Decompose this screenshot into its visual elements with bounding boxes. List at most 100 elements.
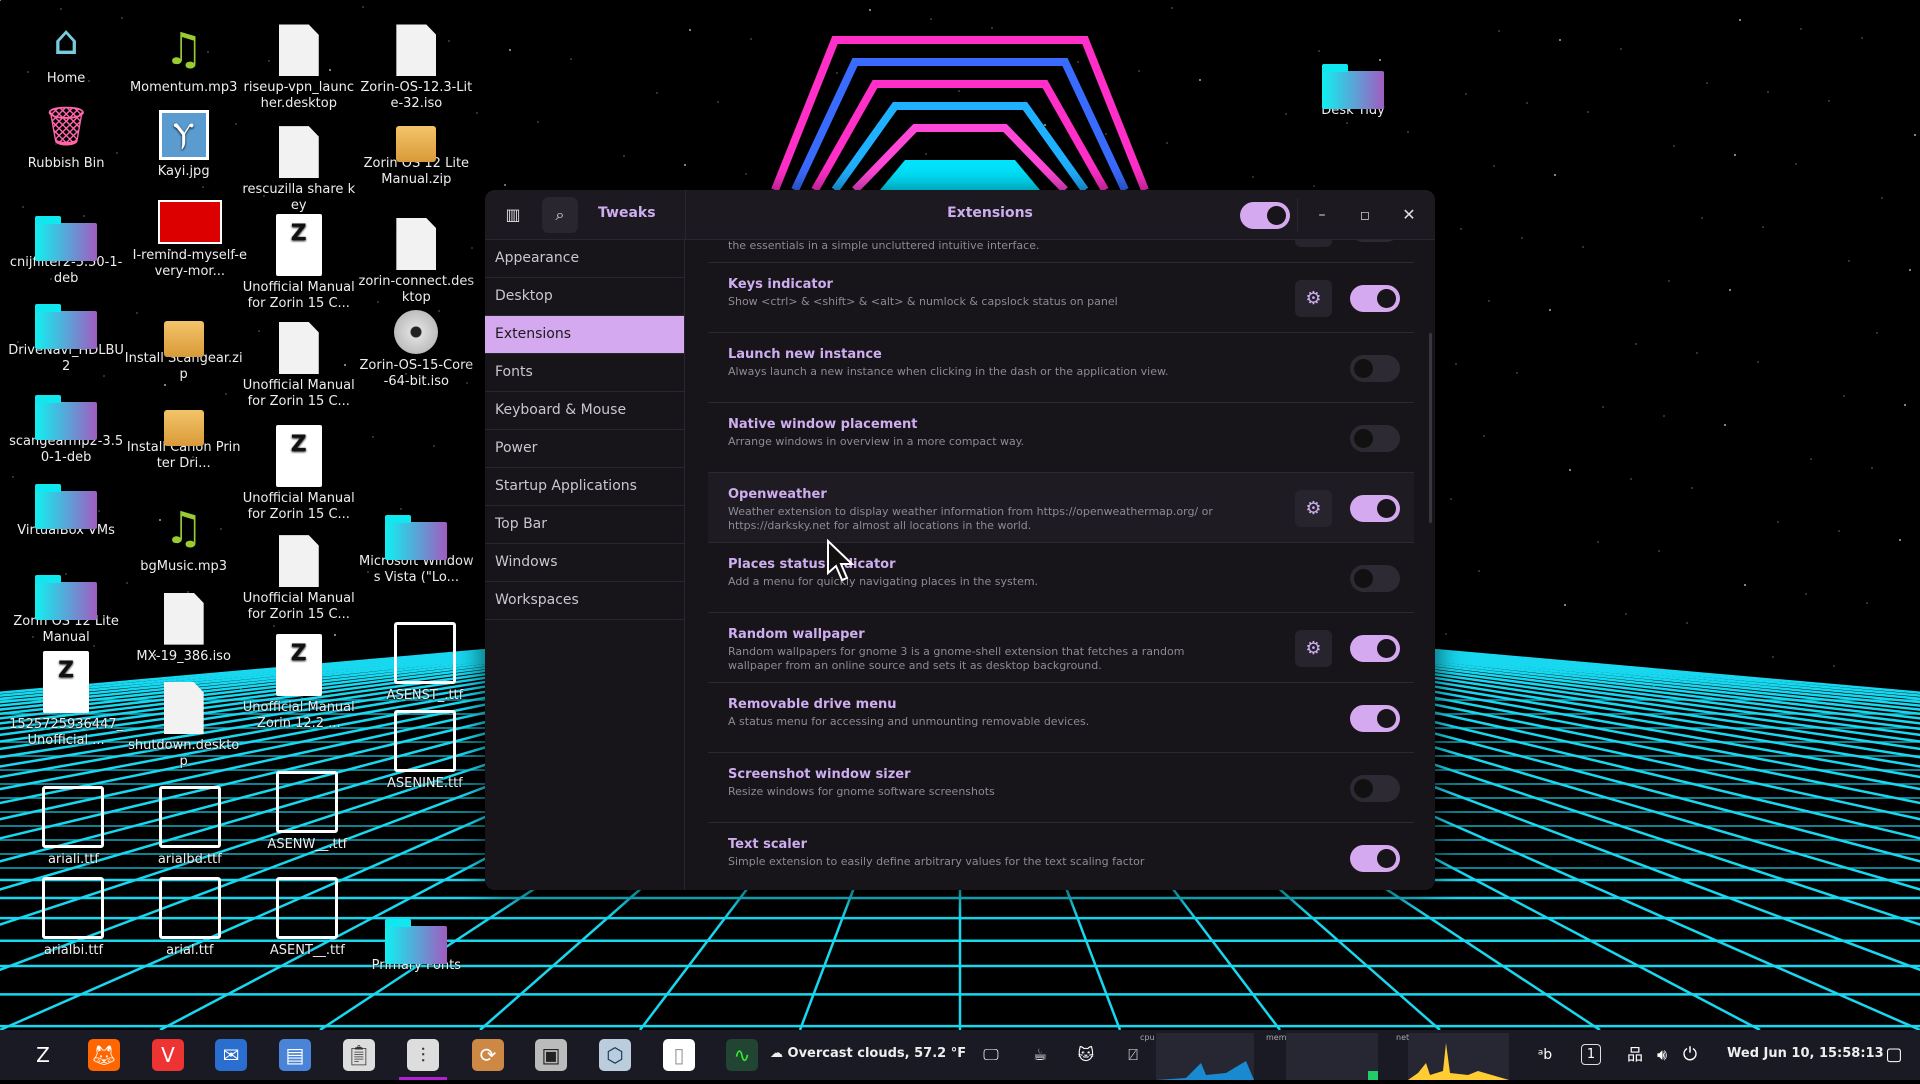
star xyxy=(202,186,204,188)
extension-toggle[interactable] xyxy=(1350,635,1400,662)
power-icon[interactable]: ⏻ xyxy=(1674,1039,1706,1071)
desktop-icon[interactable]: 🗑︎ Rubbish Bin xyxy=(7,100,125,172)
display-icon[interactable]: 🖵︎ xyxy=(975,1039,1007,1071)
desktop-icon[interactable]: riseup-vpn_launcher.desktop xyxy=(240,24,358,112)
extension-toggle[interactable] xyxy=(1350,355,1400,382)
desktop-icon[interactable]: ASENST_.ttf xyxy=(366,622,484,704)
document-icon[interactable]: ▯ xyxy=(663,1039,695,1071)
workspace-indicator[interactable]: 1 xyxy=(1575,1039,1607,1071)
close-button[interactable]: ✕ xyxy=(1391,197,1427,233)
extension-toggle[interactable] xyxy=(1350,565,1400,592)
desktop-icon[interactable]: ♫ Momentum.mp3 xyxy=(125,24,243,96)
system-restore-icon[interactable]: ⟳ xyxy=(472,1039,504,1071)
desktop-icon[interactable]: Zorin OS 12 Lite Manual xyxy=(7,572,125,646)
sidebar-item-power[interactable]: Power xyxy=(485,430,684,468)
desktop-icon[interactable]: arialbd.ttf xyxy=(131,786,249,868)
desktop-icon[interactable]: rescuzilla share key xyxy=(240,126,358,214)
star xyxy=(1587,111,1589,113)
desktop-icon[interactable]: zorin-connect.desktop xyxy=(357,217,475,306)
desktop-icon[interactable]: Unofficial Manual for Zorin 15 C... xyxy=(240,535,358,623)
desktop-icon[interactable]: DriveNavi_HDLBU2 xyxy=(7,301,125,375)
clipboard-icon[interactable]: 📋︎ xyxy=(343,1039,375,1071)
desktop-icon[interactable]: Zorin OS 12 Lite Manual.zip xyxy=(357,116,475,188)
desktop-icon[interactable]: Unofficial Manual for Zorin 15 C... xyxy=(240,322,358,410)
coffee-icon[interactable]: ☕︎ xyxy=(1024,1039,1056,1071)
search-button[interactable]: ⌕ xyxy=(542,197,578,233)
desktop-icon[interactable]: cnijfilter2-5.50-1-deb xyxy=(7,213,125,287)
sidebar-toggle-icon[interactable]: ▥ xyxy=(495,197,531,233)
desktop-icon[interactable]: Z 1525725936447_Unofficial ... xyxy=(7,651,125,749)
desktop-icon[interactable]: ASENT__.ttf xyxy=(248,876,366,959)
desktop-icon[interactable]: VirtualBox VMs xyxy=(7,481,125,539)
file-cabinet-icon[interactable]: ▤ xyxy=(279,1039,311,1071)
sidebar-item-appearance[interactable]: Appearance xyxy=(485,240,684,278)
cat-icon[interactable]: 🐱︎ xyxy=(1070,1039,1102,1071)
maximize-button[interactable]: ◻ xyxy=(1347,197,1383,233)
sidebar-item-keyboard-mouse[interactable]: Keyboard & Mouse xyxy=(485,392,684,430)
extension-toggle[interactable] xyxy=(1350,845,1400,872)
sidebar-item-fonts[interactable]: Fonts xyxy=(485,354,684,392)
desktop-icon[interactable]: I-remind-myself-every-mor... xyxy=(131,199,249,280)
desktop-icon[interactable]: Z Unofficial Manual Zorin 12.2 ... xyxy=(240,634,358,732)
zorin-menu-icon[interactable]: Z xyxy=(27,1039,59,1071)
desktop-icon[interactable]: scangearmp2-3.50-1-deb xyxy=(7,392,125,466)
firefox-icon[interactable]: 🦊︎ xyxy=(88,1039,120,1071)
desktop-icon[interactable]: ariali.ttf xyxy=(14,786,132,868)
desktop-icon[interactable]: ASENW__.ttf xyxy=(248,771,366,853)
desktop-icon[interactable]: Z Unofficial Manual for Zorin 15 C... xyxy=(240,424,358,523)
desktop-icon[interactable]: ASENINE.ttf xyxy=(366,710,484,792)
sidebar-item-windows[interactable]: Windows xyxy=(485,544,684,582)
sidebar-item-top-bar[interactable]: Top Bar xyxy=(485,506,684,544)
sidebar-item-desktop[interactable]: Desktop xyxy=(485,278,684,316)
star xyxy=(22,206,24,208)
desktop-icon[interactable]: MX-19_386.iso xyxy=(125,592,243,665)
desktop-icon[interactable]: Install Canon Printer Dri... xyxy=(125,400,243,472)
show-desktop-icon[interactable]: ▢ xyxy=(1878,1039,1910,1071)
scrollbar[interactable] xyxy=(1429,333,1432,523)
extension-toggle[interactable] xyxy=(1350,285,1400,312)
sidebar-item-extensions[interactable]: Extensions xyxy=(485,316,684,354)
desktop-icon[interactable]: arialbi.ttf xyxy=(14,876,132,959)
font-icon xyxy=(42,786,105,849)
desktop-icon[interactable]: Install Scangear.zip xyxy=(125,311,243,383)
vivaldi-icon[interactable]: V xyxy=(152,1039,184,1071)
desktop-icon[interactable]: ⌂ Home xyxy=(7,15,125,87)
desktop-icon[interactable]: Zorin-OS-12.3-Lite-32.iso xyxy=(357,24,475,112)
settings-gear-icon[interactable]: ⚙ xyxy=(1295,280,1332,317)
extension-toggle[interactable] xyxy=(1350,775,1400,802)
desktop-icon[interactable]: Ⲩ Kayi.jpg xyxy=(125,110,243,180)
minimize-button[interactable]: – xyxy=(1304,197,1340,233)
sidebar-item-startup-applications[interactable]: Startup Applications xyxy=(485,468,684,506)
settings-gear-icon[interactable]: ⚙ xyxy=(1295,630,1332,667)
extensions-master-toggle[interactable] xyxy=(1240,202,1290,229)
desktop-icon[interactable]: Zorin-OS-15-Core-64-bit.iso xyxy=(357,309,475,390)
extension-toggle[interactable] xyxy=(1350,240,1400,242)
settings-gear-icon[interactable]: ⚙ xyxy=(1295,240,1332,247)
extension-toggle[interactable] xyxy=(1350,425,1400,452)
extension-toggle[interactable] xyxy=(1350,495,1400,522)
screenshot-icon[interactable]: ▣ xyxy=(535,1039,567,1071)
extension-toggle[interactable] xyxy=(1350,705,1400,732)
desktop-icon[interactable]: Primary Fonts xyxy=(357,916,475,974)
monitor-icon[interactable]: ⍁ xyxy=(1117,1039,1149,1071)
settings-gear-icon[interactable]: ⚙ xyxy=(1295,490,1332,527)
cpu-graph[interactable]: cpu xyxy=(1140,1033,1254,1080)
desktop-icon[interactable]: Desk Tidy xyxy=(1294,61,1412,119)
keyboard-layout-icon[interactable]: ᵃb xyxy=(1529,1039,1561,1071)
sidebar-item-workspaces[interactable]: Workspaces xyxy=(485,582,684,620)
desktop-icon[interactable]: ♫ bgMusic.mp3 xyxy=(125,503,243,575)
thunderbird-icon[interactable]: ✉ xyxy=(215,1039,247,1071)
clock[interactable]: Wed Jun 10, 15:58:13 xyxy=(1727,1046,1884,1061)
memory-graph[interactable]: mem xyxy=(1266,1033,1378,1080)
desktop-icon[interactable]: Microsoft Windows Vista ("Lo... xyxy=(357,512,475,586)
tweaks-icon[interactable]: ⫶ xyxy=(407,1039,439,1071)
virtualbox-icon[interactable]: ⬡ xyxy=(599,1039,631,1071)
desktop-icon[interactable]: arial.ttf xyxy=(131,876,249,959)
desktop-icon[interactable]: shutdown.desktop xyxy=(125,682,243,770)
weather-indicator[interactable]: ☁ Overcast clouds, 57.2 °F xyxy=(770,1046,966,1061)
desktop-icon-label: Unofficial Manual for Zorin 15 C... xyxy=(242,280,355,312)
system-monitor-icon[interactable]: ∿ xyxy=(726,1039,758,1071)
desktop-icon[interactable]: Z Unofficial Manual for Zorin 15 C... xyxy=(240,214,358,312)
tweaks-window: ▥ ⌕ Tweaks Extensions – ◻ ✕ Appearance De… xyxy=(485,190,1435,890)
network-graph[interactable]: net xyxy=(1396,1033,1509,1080)
